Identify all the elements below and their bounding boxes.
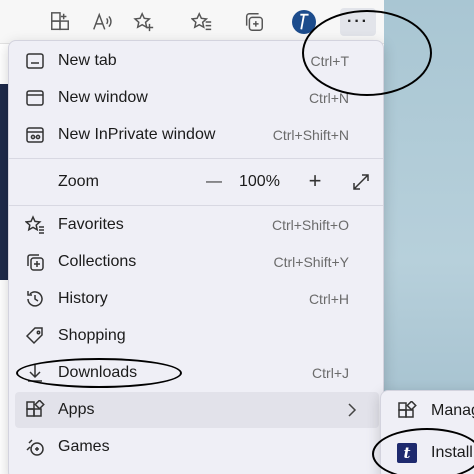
submenu-item-install-site[interactable]: t Install — [385, 435, 474, 471]
menu-item-new-tab[interactable]: New tab Ctrl+T — [15, 43, 379, 79]
expand-icon — [353, 174, 369, 190]
more-icon: ··· — [347, 13, 369, 30]
extensions-icon[interactable] — [46, 8, 74, 36]
apps-icon — [25, 399, 45, 420]
menu-item-games[interactable]: Games — [15, 429, 379, 465]
menu-item-downloads[interactable]: Downloads Ctrl+J — [15, 355, 379, 391]
settings-and-more-button[interactable]: ··· — [340, 8, 376, 36]
favorites-icon — [24, 215, 45, 235]
apps-submenu: Manag t Install — [380, 390, 474, 474]
menu-item-shopping[interactable]: Shopping — [15, 318, 379, 354]
games-icon — [25, 437, 45, 457]
menu-divider — [9, 158, 383, 159]
zoom-out-button[interactable]: — — [200, 168, 228, 196]
download-icon — [25, 363, 45, 383]
menu-item-new-inprivate-window[interactable]: New InPrivate window Ctrl+Shift+N — [15, 117, 379, 153]
menu-item-new-window[interactable]: New window Ctrl+N — [15, 80, 379, 116]
collections-icon — [25, 252, 45, 272]
read-aloud-icon[interactable] — [88, 8, 116, 36]
new-window-icon — [25, 88, 45, 108]
inprivate-icon — [25, 125, 45, 145]
minus-icon: — — [206, 173, 222, 190]
browser-toolbar: ··· — [0, 0, 384, 44]
new-tab-icon — [25, 51, 45, 71]
collections-toolbar-icon[interactable] — [240, 8, 268, 36]
settings-menu: New tab Ctrl+T New window Ctrl+N New InP… — [8, 40, 384, 474]
menu-item-history[interactable]: History Ctrl+H — [15, 281, 379, 317]
plus-icon: + — [308, 168, 322, 193]
submenu-item-manage-apps[interactable]: Manag — [385, 393, 474, 429]
zoom-label: Zoom — [58, 173, 99, 190]
zoom-level: 100% — [239, 173, 280, 190]
avatar — [292, 10, 316, 34]
apps-icon — [397, 400, 417, 421]
menu-item-collections[interactable]: Collections Ctrl+Shift+Y — [15, 244, 379, 280]
history-icon — [25, 289, 45, 309]
add-favorite-icon[interactable] — [130, 8, 158, 36]
site-app-icon: t — [397, 443, 417, 463]
menu-item-favorites[interactable]: Favorites Ctrl+Shift+O — [15, 207, 379, 243]
zoom-in-button[interactable]: + — [301, 167, 329, 195]
favorites-bar-icon[interactable] — [188, 8, 216, 36]
shopping-tag-icon — [25, 326, 45, 346]
menu-divider — [9, 205, 383, 206]
menu-item-apps[interactable]: Apps — [15, 392, 379, 428]
profile-button[interactable] — [290, 8, 318, 36]
menu-item-zoom: Zoom — 100% + — [15, 163, 379, 201]
chevron-right-icon — [345, 402, 359, 418]
full-screen-button[interactable] — [347, 168, 375, 196]
